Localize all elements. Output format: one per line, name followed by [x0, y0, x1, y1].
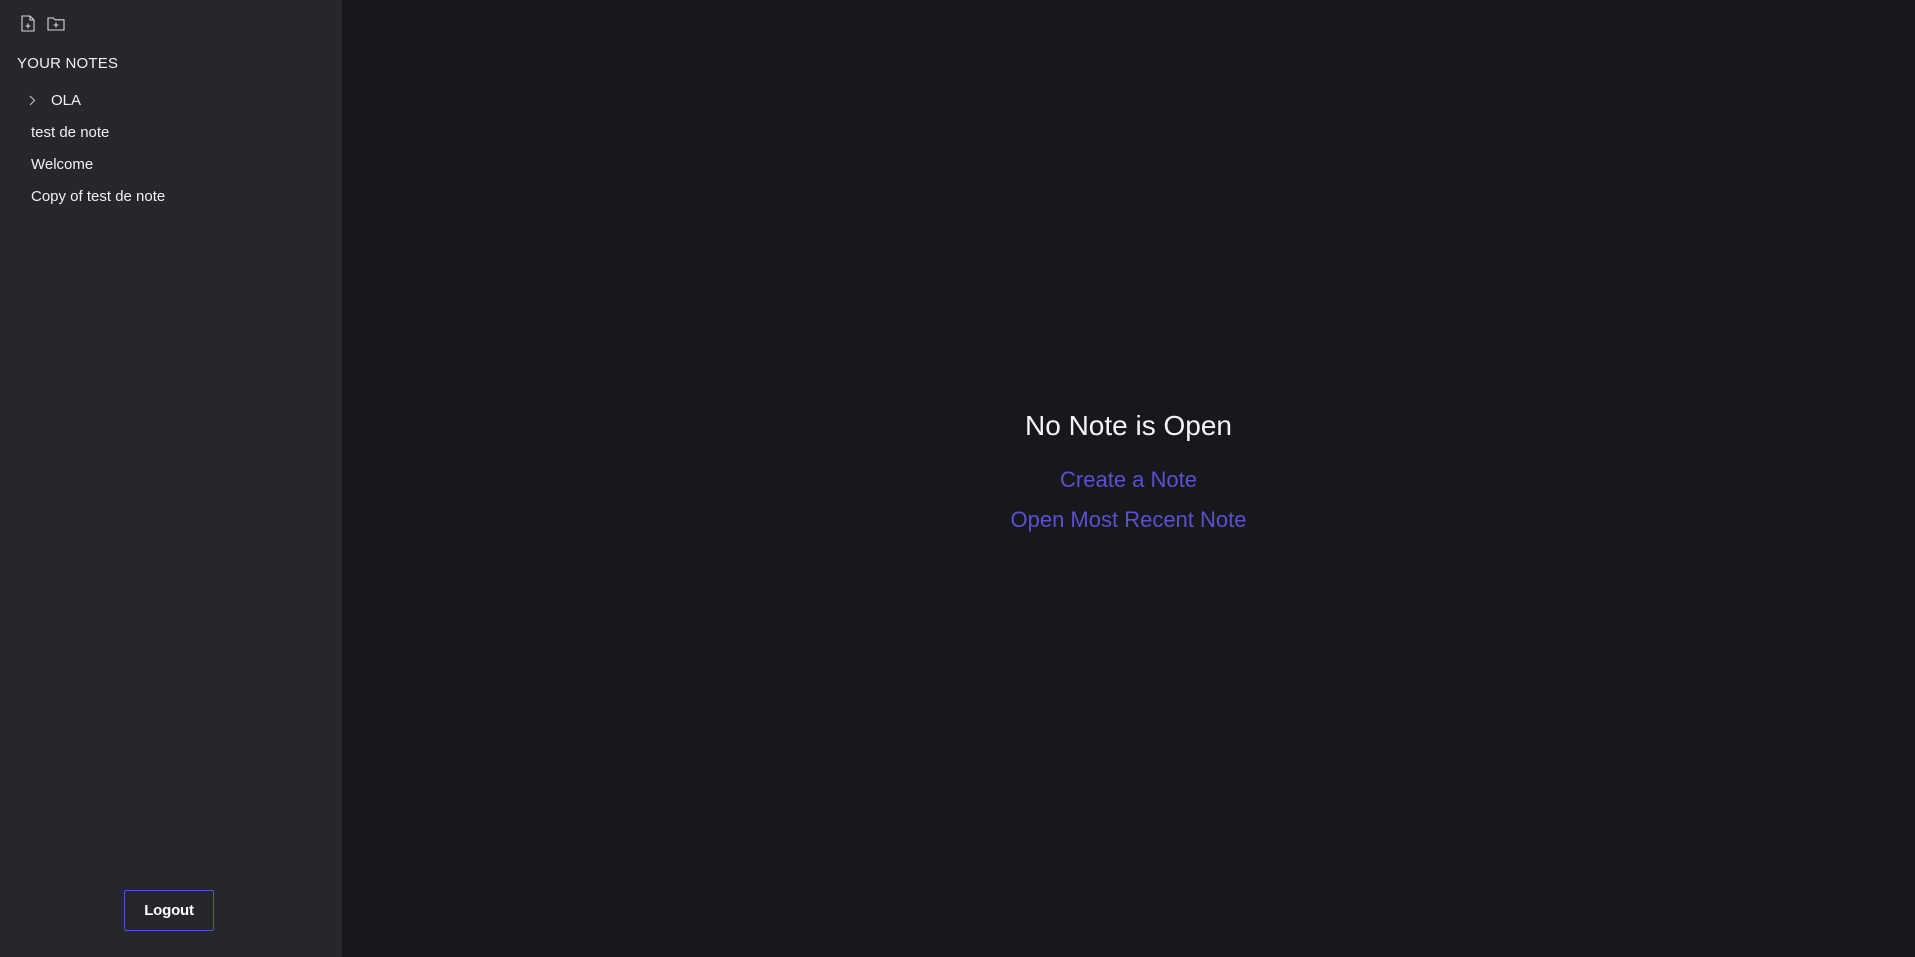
main-panel: No Note is Open Create a Note Open Most … [342, 0, 1915, 957]
note-item[interactable]: Welcome [0, 148, 342, 180]
folder-label: OLA [51, 91, 82, 109]
empty-state: No Note is Open Create a Note Open Most … [342, 410, 1915, 540]
logout-button[interactable]: Logout [124, 890, 214, 931]
notes-section-title: YOUR NOTES [17, 55, 119, 72]
file-plus-icon [21, 14, 35, 32]
empty-state-title: No Note is Open [1025, 410, 1232, 441]
new-note-button[interactable] [19, 14, 37, 32]
chevron-right-icon[interactable] [27, 94, 37, 106]
create-note-link[interactable]: Create a Note [1060, 460, 1197, 500]
app-window: YOUR NOTES OLA test de note Welcome Copy… [0, 0, 1915, 957]
new-folder-button[interactable] [47, 14, 65, 32]
folder-item-ola[interactable]: OLA [0, 84, 342, 116]
notes-tree: OLA test de note Welcome Copy of test de… [0, 84, 342, 212]
folder-plus-icon [47, 16, 65, 31]
note-item[interactable]: Copy of test de note [0, 180, 342, 212]
note-item[interactable]: test de note [0, 116, 342, 148]
note-label: test de note [31, 123, 110, 141]
note-label: Copy of test de note [31, 187, 166, 205]
open-recent-note-link[interactable]: Open Most Recent Note [1010, 500, 1246, 540]
sidebar: YOUR NOTES OLA test de note Welcome Copy… [0, 0, 342, 957]
sidebar-toolbar [19, 14, 65, 32]
note-label: Welcome [31, 155, 94, 173]
